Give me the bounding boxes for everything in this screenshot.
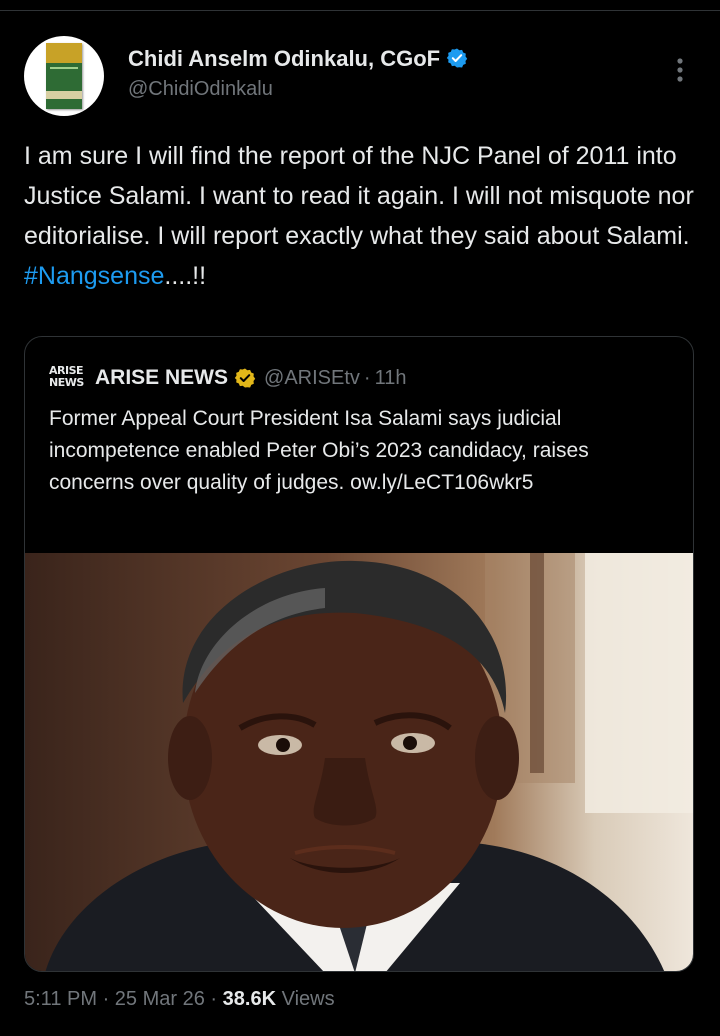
tweet-text: I am sure I will find the report of the … — [24, 136, 694, 296]
meta-separator: · — [102, 988, 110, 1010]
book-cover-image — [46, 43, 82, 109]
author-display-name-text: Chidi Anselm Odinkalu, CGoF — [128, 46, 441, 71]
tweet-body: I am sure I will find the report of the … — [24, 142, 694, 250]
post-date[interactable]: 25 Mar 26 — [115, 988, 205, 1010]
tweet-suffix: ....!! — [164, 262, 207, 290]
author-handle[interactable]: @ChidiOdinkalu — [128, 78, 273, 101]
quote-image[interactable] — [25, 553, 693, 971]
quote-author-handle[interactable]: @ARISEtv — [264, 367, 360, 390]
quote-text: Former Appeal Court President Isa Salami… — [49, 407, 589, 494]
quoted-tweet-card[interactable]: ARISE NEWS ARISE NEWS @ARISEtv · 11h Forme… — [24, 336, 694, 972]
meta-separator-2: · — [210, 988, 218, 1010]
verified-badge-icon — [446, 48, 468, 68]
hashtag-link[interactable]: #Nangsense — [24, 262, 164, 290]
top-divider — [0, 10, 720, 11]
tweet-meta: 5:11 PM · 25 Mar 26 · 38.6K Views — [24, 988, 335, 1011]
author-avatar[interactable] — [24, 36, 104, 116]
quote-author-name[interactable]: ARISE NEWS — [95, 366, 228, 390]
quote-header: ARISE NEWS ARISE NEWS @ARISEtv · 11h — [49, 365, 406, 393]
portrait-illustration — [45, 553, 693, 971]
views-count[interactable]: 38.6K — [223, 988, 276, 1010]
quote-separator: · — [363, 366, 371, 389]
arise-news-logo[interactable]: ARISE NEWS — [49, 365, 89, 391]
post-time[interactable]: 5:11 PM — [24, 988, 97, 1010]
author-display-name[interactable]: Chidi Anselm Odinkalu, CGoF — [128, 46, 468, 72]
more-vertical-icon[interactable] — [670, 56, 690, 86]
views-label: Views — [281, 988, 335, 1010]
quote-timestamp[interactable]: 11h — [375, 367, 407, 390]
gold-verified-badge-icon — [234, 368, 256, 388]
